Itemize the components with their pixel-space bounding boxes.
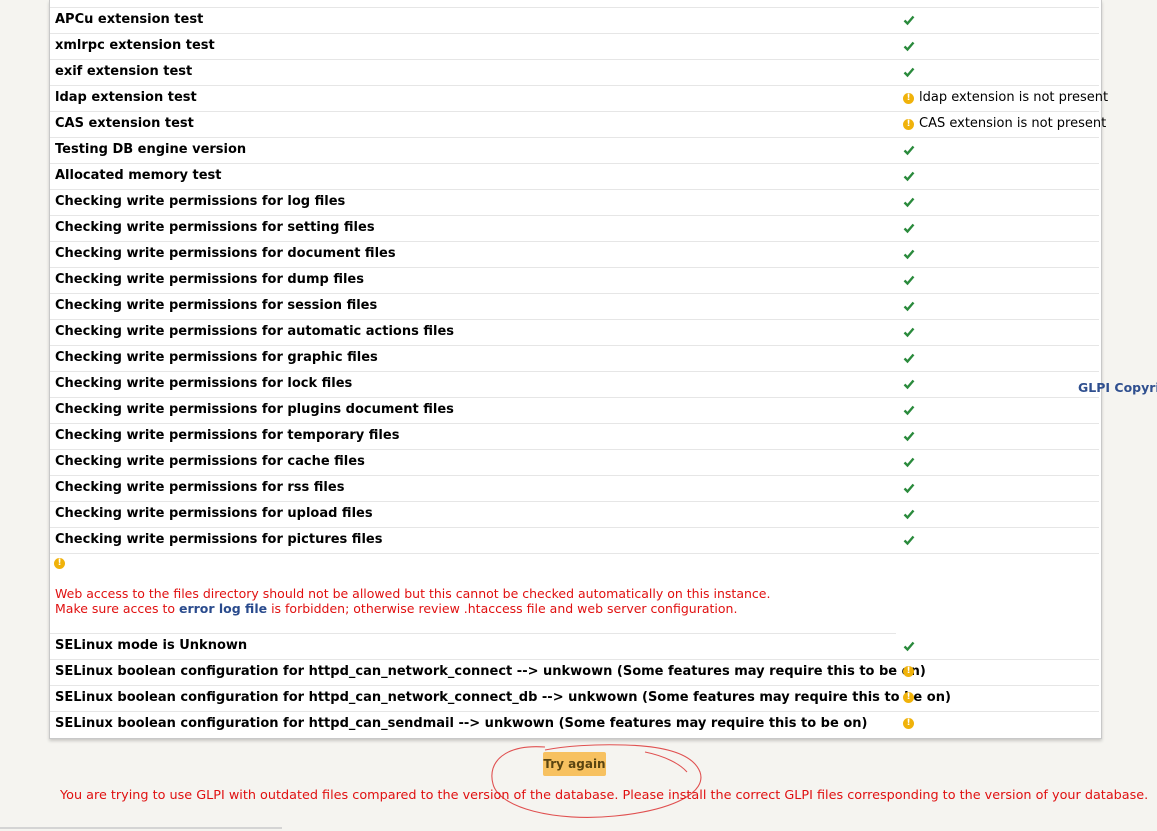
check-label: xmlrpc extension test — [55, 38, 215, 53]
check-icon — [903, 41, 915, 52]
try-again-button[interactable]: Try again — [543, 752, 606, 776]
check-message: CAS extension is not present — [919, 116, 1107, 131]
check-icon — [903, 353, 915, 364]
check-label: Checking write permissions for plugins d… — [55, 402, 454, 417]
web-access-line2-post: is forbidden; otherwise review .htaccess… — [267, 601, 738, 616]
check-label: exif extension test — [55, 64, 193, 79]
check-label: CAS extension test — [55, 116, 194, 131]
check-icon — [903, 431, 915, 442]
check-label: Checking write permissions for pictures … — [55, 532, 383, 547]
check-icon — [903, 249, 915, 260]
check-label: ldap extension test — [55, 90, 197, 105]
check-message: ldap extension is not present — [919, 90, 1109, 105]
warning-icon: ! — [903, 666, 914, 677]
check-label: Checking write permissions for rss files — [55, 480, 345, 495]
row-divider — [50, 553, 1099, 554]
check-label: Checking write permissions for session f… — [55, 298, 378, 313]
check-icon — [903, 145, 915, 156]
selinux-label: SELinux boolean configuration for httpd_… — [55, 690, 951, 705]
selinux-label: SELinux boolean configuration for httpd_… — [55, 716, 868, 731]
check-label: Checking write permissions for lock file… — [55, 376, 353, 391]
footer-divider — [0, 827, 282, 829]
warning-icon: ! — [903, 692, 914, 703]
row-divider — [50, 7, 1099, 8]
glpi-copyright-text: GLPI Copyri — [1078, 380, 1157, 395]
check-label: Checking write permissions for document … — [55, 246, 396, 261]
check-icon — [903, 327, 915, 338]
check-label: Allocated memory test — [55, 168, 222, 183]
check-icon — [903, 379, 915, 390]
selinux-label: SELinux mode is Unknown — [55, 638, 248, 653]
check-icon — [903, 405, 915, 416]
warning-icon: ! — [903, 718, 914, 729]
check-label: APCu extension test — [55, 12, 204, 27]
selinux-label: SELinux boolean configuration for httpd_… — [55, 664, 926, 679]
check-label: Checking write permissions for temporary… — [55, 428, 400, 443]
check-label: Checking write permissions for automatic… — [55, 324, 455, 339]
check-icon — [903, 301, 915, 312]
check-label: Checking write permissions for graphic f… — [55, 350, 378, 365]
check-icon — [903, 457, 915, 468]
web-access-line2: Make sure acces to error log file is for… — [55, 601, 737, 616]
check-icon — [903, 535, 915, 546]
check-icon — [903, 641, 915, 652]
web-access-line2-pre: Make sure acces to — [55, 601, 179, 616]
check-icon — [903, 197, 915, 208]
check-label: Checking write permissions for upload fi… — [55, 506, 373, 521]
check-icon — [903, 223, 915, 234]
check-icon — [903, 67, 915, 78]
warning-icon: ! — [903, 93, 914, 104]
web-access-line1: Web access to the files directory should… — [55, 586, 771, 601]
check-icon — [903, 483, 915, 494]
error-log-file-link[interactable]: error log file — [179, 601, 267, 616]
warning-icon: ! — [903, 119, 914, 130]
outdated-files-error: You are trying to use GLPI with outdated… — [60, 788, 1149, 803]
check-label: Checking write permissions for setting f… — [55, 220, 375, 235]
check-icon — [903, 509, 915, 520]
check-icon — [903, 171, 915, 182]
row-divider — [50, 59, 1099, 60]
check-label: Testing DB engine version — [55, 142, 247, 157]
check-label: Checking write permissions for log files — [55, 194, 346, 209]
check-icon — [903, 15, 915, 26]
check-icon — [903, 275, 915, 286]
check-label: Checking write permissions for cache fil… — [55, 454, 365, 469]
check-label: Checking write permissions for dump file… — [55, 272, 364, 287]
warning-icon: ! — [54, 558, 65, 569]
